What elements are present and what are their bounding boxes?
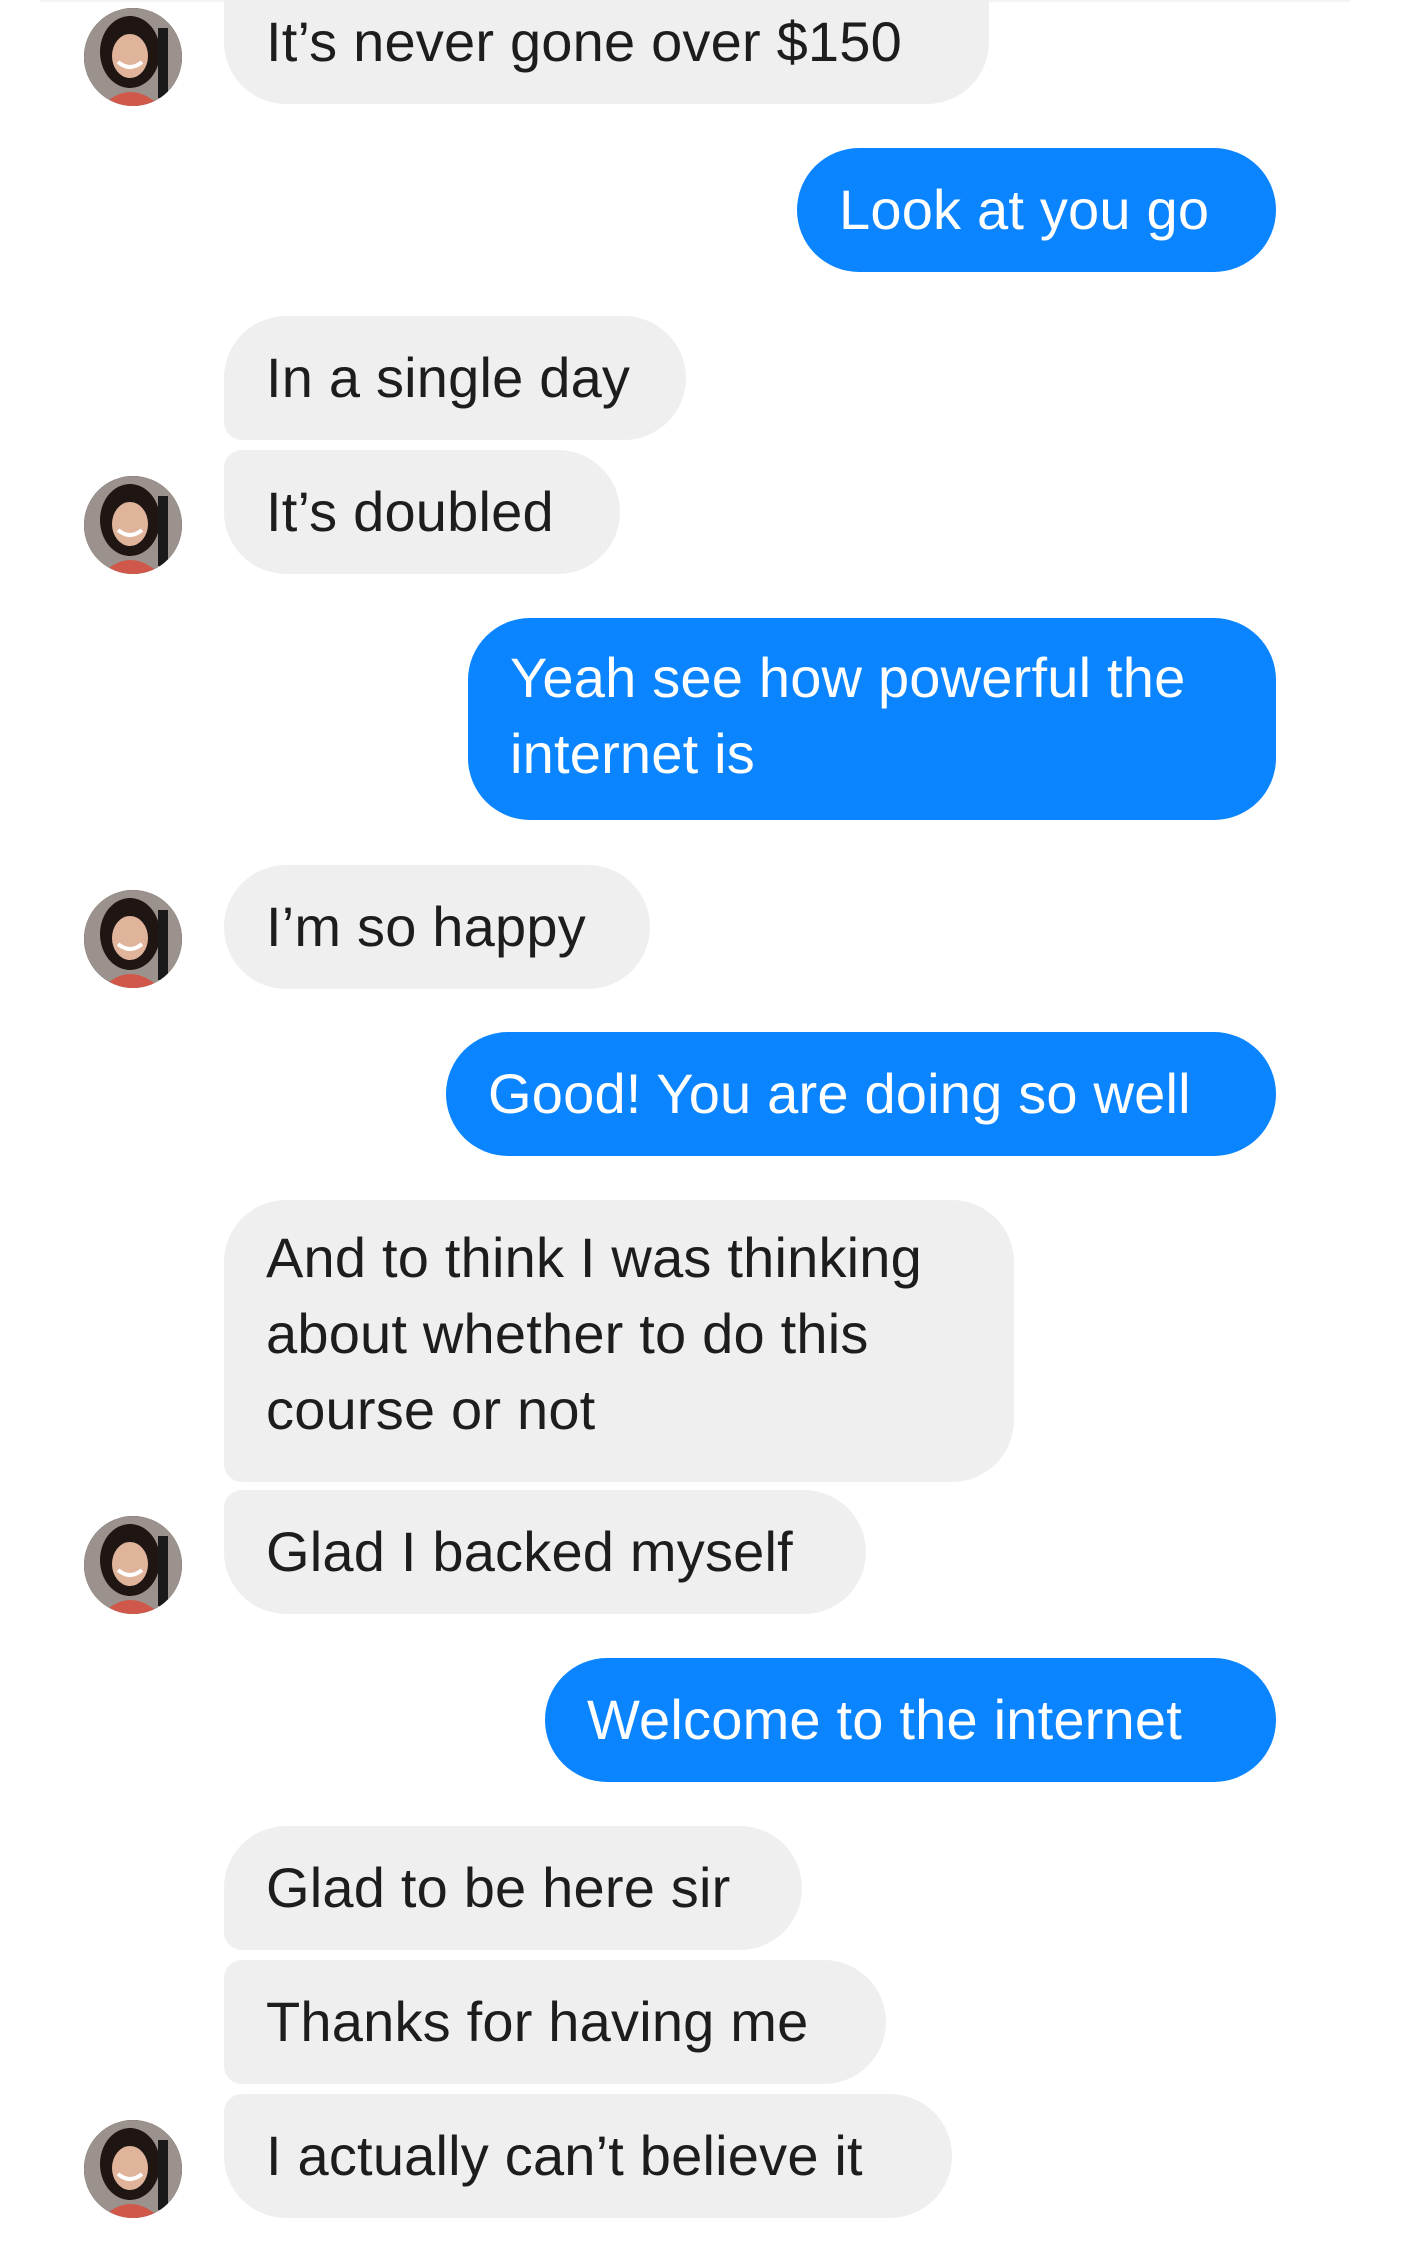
contact-avatar[interactable]	[84, 8, 182, 106]
message-text: Thanks for having me	[266, 1990, 809, 2053]
message-text: It’s doubled	[266, 480, 554, 543]
incoming-message[interactable]: Thanks for having me	[224, 1960, 886, 2084]
message-thread[interactable]: It’s never gone over $150 Look at you go…	[0, 0, 1410, 2250]
message-text: Good! You are doing so well	[488, 1062, 1191, 1125]
message-text: And to think I was thinking about whethe…	[266, 1226, 922, 1441]
incoming-message[interactable]: I’m so happy	[224, 865, 650, 989]
incoming-message[interactable]: And to think I was thinking about whethe…	[224, 1200, 1014, 1482]
outgoing-message[interactable]: Look at you go	[797, 148, 1276, 272]
incoming-message[interactable]: Glad to be here sir	[224, 1826, 802, 1950]
contact-avatar[interactable]	[84, 476, 182, 574]
message-text: Glad to be here sir	[266, 1856, 731, 1919]
message-text: In a single day	[266, 346, 631, 409]
incoming-message[interactable]: Glad I backed myself	[224, 1490, 866, 1614]
message-text: I’m so happy	[266, 895, 586, 958]
incoming-message[interactable]: I actually can’t believe it	[224, 2094, 952, 2218]
message-text: It’s never gone over $150	[266, 10, 902, 73]
outgoing-message[interactable]: Good! You are doing so well	[446, 1032, 1276, 1156]
avatar-photo-icon	[84, 476, 182, 574]
outgoing-message[interactable]: Yeah see how powerful the internet is	[468, 618, 1276, 820]
message-text: Welcome to the internet	[587, 1688, 1182, 1751]
contact-avatar[interactable]	[84, 890, 182, 988]
avatar-photo-icon	[84, 2120, 182, 2218]
contact-avatar[interactable]	[84, 1516, 182, 1614]
avatar-photo-icon	[84, 1516, 182, 1614]
message-text: Glad I backed myself	[266, 1520, 793, 1583]
message-text: I actually can’t believe it	[266, 2124, 863, 2187]
outgoing-message[interactable]: Welcome to the internet	[545, 1658, 1276, 1782]
avatar-photo-icon	[84, 8, 182, 106]
contact-avatar[interactable]	[84, 2120, 182, 2218]
message-text: Yeah see how powerful the internet is	[510, 646, 1186, 785]
incoming-message[interactable]: It’s doubled	[224, 450, 620, 574]
message-text: Look at you go	[839, 178, 1210, 241]
avatar-photo-icon	[84, 890, 182, 988]
incoming-message[interactable]: It’s never gone over $150	[224, 0, 989, 104]
incoming-message[interactable]: In a single day	[224, 316, 686, 440]
